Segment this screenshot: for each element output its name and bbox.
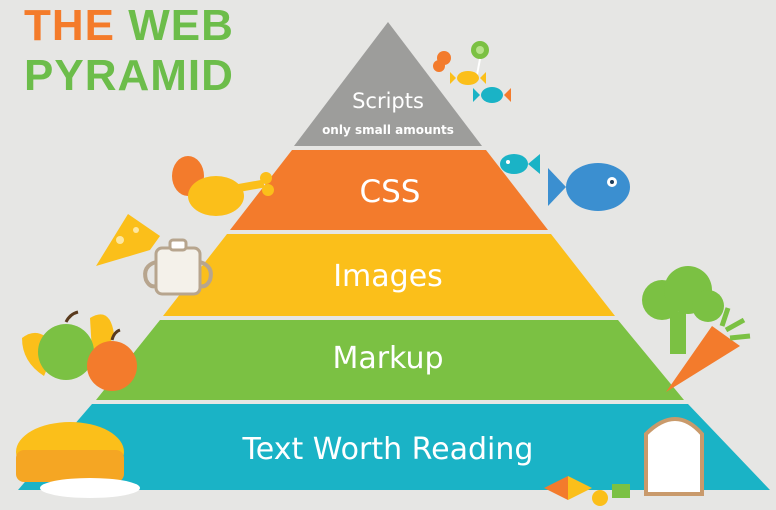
tier-label-scripts: Scripts (352, 89, 424, 113)
fruit-icon (22, 310, 137, 391)
cheese-icon (96, 214, 160, 266)
tier-label-text: Text Worth Reading (242, 432, 534, 467)
toast-icon (644, 417, 704, 496)
tier-sublabel-scripts: only small amounts (322, 123, 454, 137)
candy-icon (433, 41, 511, 103)
tier-label-css: CSS (359, 174, 420, 210)
tier-label-markup: Markup (332, 341, 443, 376)
milk-cup-icon (143, 238, 213, 296)
tier-label-images: Images (333, 259, 443, 294)
web-pyramid-diagram: Scripts only small amounts CSS Images Ma… (16, 22, 770, 506)
